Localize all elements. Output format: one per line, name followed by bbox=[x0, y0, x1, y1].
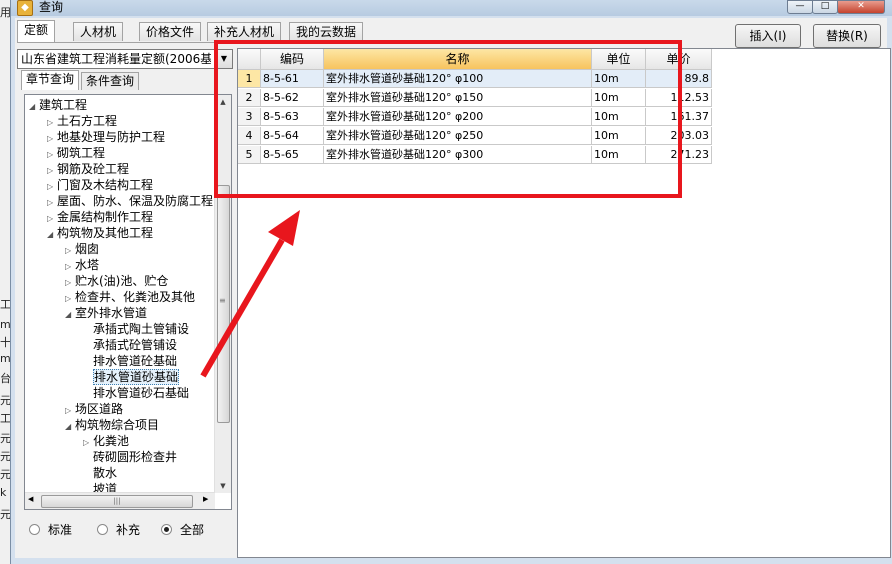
tab-chapter-search[interactable]: 章节查询 bbox=[21, 70, 80, 90]
tab-quota[interactable]: 定额 bbox=[17, 20, 56, 42]
annotation-arrow bbox=[200, 210, 300, 378]
annotation-arrow-head bbox=[268, 210, 300, 246]
annotation-arrow-line bbox=[200, 238, 285, 378]
